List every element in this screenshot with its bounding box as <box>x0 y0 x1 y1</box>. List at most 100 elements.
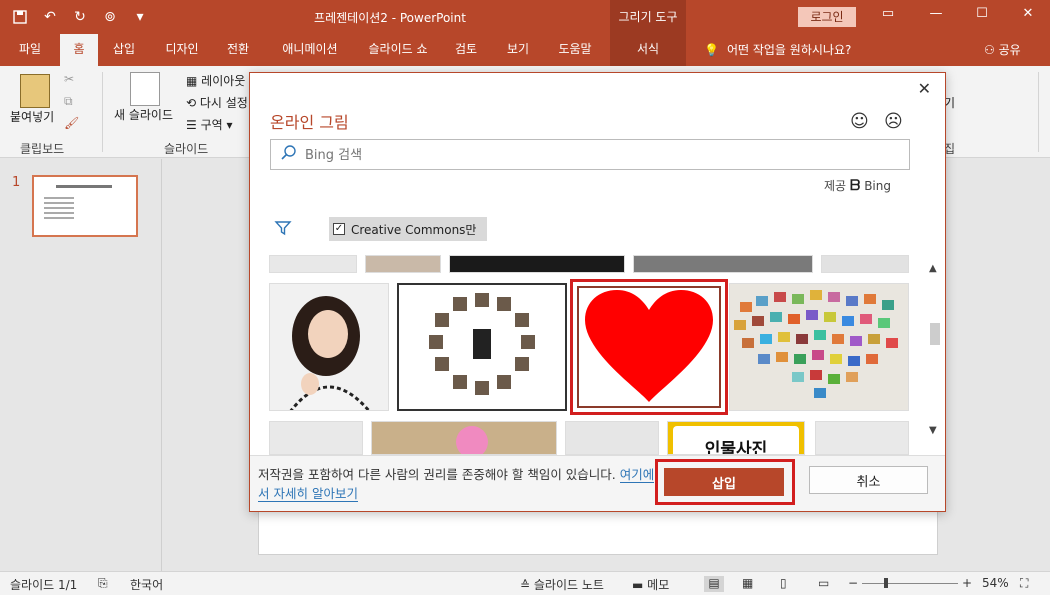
notice-text: 저작권을 포함하여 다른 사람의 권리를 존중해야 할 책임이 있습니다. <box>258 467 616 482</box>
checkbox[interactable]: ✓ <box>333 223 345 235</box>
normal-view-icon[interactable]: ▤ <box>704 576 724 592</box>
thumbnail-bullet-line <box>44 217 74 219</box>
thumbnail-bullet-line <box>44 212 74 214</box>
zoom-slider-thumb[interactable] <box>884 578 888 588</box>
section-label: 구역 <box>200 118 223 132</box>
tell-me-box[interactable]: 💡 어떤 작업을 원하시나요? <box>704 41 851 58</box>
scroll-up-icon[interactable]: ▲ <box>929 263 937 274</box>
scroll-down-icon[interactable]: ▼ <box>929 425 937 436</box>
thumbnail-title-line <box>56 185 112 188</box>
tab-slideshow[interactable]: 슬라이드 쇼 <box>358 34 438 66</box>
cancel-button[interactable]: 취소 <box>809 466 928 494</box>
image-result-people-photo[interactable]: 인물사진 <box>667 421 805 455</box>
provided-by-label: 제공 <box>824 179 847 193</box>
layout-button[interactable]: ▦ 레이아웃 <box>186 72 245 89</box>
maximize-icon[interactable]: ☐ <box>970 6 994 26</box>
format-painter-icon[interactable]: 🖌 <box>64 116 79 130</box>
people-photo-text: 인물사진 <box>673 426 799 454</box>
slideshow-icon[interactable]: ▭ <box>818 576 829 590</box>
tab-transitions[interactable]: 전환 <box>218 34 258 66</box>
heart-image-frame <box>577 286 721 408</box>
filter-icon[interactable] <box>274 219 294 239</box>
slides-group-label: 슬라이드 <box>164 142 209 156</box>
results-scrollbar[interactable]: ▲ ▼ <box>927 263 943 443</box>
tab-design[interactable]: 디자인 <box>154 34 210 66</box>
person-icon: ⚇ <box>984 43 995 57</box>
image-results-grid: 인물사진 <box>269 255 911 455</box>
tab-insert[interactable]: 삽입 <box>104 34 144 66</box>
clipboard-group-label: 클립보드 <box>20 142 65 156</box>
slide-thumbnail[interactable] <box>32 175 138 237</box>
share-button[interactable]: ⚇ 공유 <box>984 41 1021 58</box>
notes-label: 슬라이드 노트 <box>533 578 604 592</box>
slide-number: 1 <box>12 175 21 190</box>
zoom-slider[interactable] <box>862 583 958 584</box>
ribbon-display-icon[interactable]: ▭ <box>876 6 900 26</box>
tab-file[interactable]: 파일 <box>8 34 52 66</box>
new-slide-button[interactable]: 새 슬라이드 <box>114 106 173 123</box>
reading-view-icon[interactable]: ▯ <box>780 576 787 590</box>
reset-button[interactable]: ⟲ 다시 설정 <box>186 94 248 111</box>
paste-icon[interactable] <box>20 74 50 108</box>
smile-feedback-icon[interactable]: ☺ <box>850 111 869 132</box>
creative-commons-filter[interactable]: ✓ Creative Commons만 <box>329 217 487 241</box>
language[interactable]: 한국어 <box>130 576 163 593</box>
image-result[interactable] <box>633 255 813 273</box>
tab-animations[interactable]: 애니메이션 <box>268 34 352 66</box>
image-result[interactable] <box>565 421 659 455</box>
drawing-tools-header: 그리기 도구 <box>610 0 686 34</box>
cut-icon[interactable]: ✂ <box>64 72 74 86</box>
image-result[interactable] <box>371 421 557 455</box>
status-bar: 슬라이드 1/1 ⎘ 한국어 ≙ 슬라이드 노트 ▬ 메모 ▤ ▦ ▯ ▭ − … <box>0 571 1050 595</box>
image-result-magnets[interactable] <box>729 283 909 411</box>
zoom-in-icon[interactable]: + <box>962 576 972 590</box>
paste-button[interactable]: 붙여넣기 <box>10 108 54 125</box>
dialog-footer: 저작권을 포함하여 다른 사람의 권리를 존중해야 할 책임이 있습니다. 여기… <box>250 455 945 511</box>
image-result-portrait[interactable] <box>269 283 389 411</box>
bing-logo-icon: ᗷ <box>850 177 861 194</box>
group-divider <box>1038 72 1039 152</box>
minimize-icon[interactable]: — <box>924 6 948 26</box>
frown-feedback-icon[interactable]: ☹ <box>884 111 903 132</box>
tab-view[interactable]: 보기 <box>498 34 538 66</box>
tab-format[interactable]: 서식 <box>610 34 686 66</box>
notes-button[interactable]: ≙ 슬라이드 노트 <box>520 576 604 593</box>
image-result-collage[interactable] <box>397 283 567 411</box>
insert-button[interactable]: 삽입 <box>664 468 784 496</box>
image-result[interactable] <box>269 421 363 455</box>
layout-label: 레이아웃 <box>201 74 246 88</box>
group-divider <box>102 72 103 152</box>
login-button[interactable]: 로그인 <box>798 7 856 27</box>
bing-label: Bing <box>864 178 891 193</box>
powered-by-bing: 제공 ᗷ Bing <box>824 177 891 194</box>
new-slide-icon[interactable] <box>130 72 160 106</box>
image-result[interactable] <box>365 255 441 273</box>
comments-label: 메모 <box>647 578 670 592</box>
close-icon[interactable]: ✕ <box>918 79 931 98</box>
tab-home[interactable]: 홈 <box>60 34 98 66</box>
comments-button[interactable]: ▬ 메모 <box>632 576 669 593</box>
close-window-icon[interactable]: ✕ <box>1016 6 1040 26</box>
scrollbar-thumb[interactable] <box>930 323 940 345</box>
online-pictures-dialog: ✕ 온라인 그림 ☺ ☹ 제공 ᗷ Bing ✓ Creative Common… <box>249 72 946 512</box>
copyright-notice: 저작권을 포함하여 다른 사람의 권리를 존중해야 할 책임이 있습니다. 여기… <box>258 465 658 503</box>
image-result-heart-selected[interactable] <box>570 279 728 415</box>
image-result[interactable] <box>449 255 625 273</box>
fit-to-window-icon[interactable]: ⛶ <box>1020 576 1028 591</box>
zoom-out-icon[interactable]: − <box>848 576 858 590</box>
tab-review[interactable]: 검토 <box>446 34 486 66</box>
image-result[interactable] <box>821 255 909 273</box>
creative-commons-label: Creative Commons만 <box>351 222 477 237</box>
zoom-level[interactable]: 54% <box>982 576 1009 590</box>
tab-help[interactable]: 도움말 <box>550 34 600 66</box>
copy-icon[interactable]: ⧉ <box>64 94 73 109</box>
image-result[interactable] <box>815 421 909 455</box>
thumbnail-bullet-line <box>44 202 74 204</box>
image-result[interactable] <box>269 255 357 273</box>
spellcheck-icon[interactable]: ⎘ <box>98 576 108 591</box>
slide-sorter-icon[interactable]: ▦ <box>742 576 753 590</box>
bing-search-box[interactable] <box>270 139 910 170</box>
search-input[interactable] <box>305 145 895 165</box>
section-button[interactable]: ☰ 구역 ▾ <box>186 116 233 133</box>
ribbon-tabs: 파일 홈 삽입 디자인 전환 애니메이션 슬라이드 쇼 검토 보기 도움말 서식… <box>0 34 1050 66</box>
